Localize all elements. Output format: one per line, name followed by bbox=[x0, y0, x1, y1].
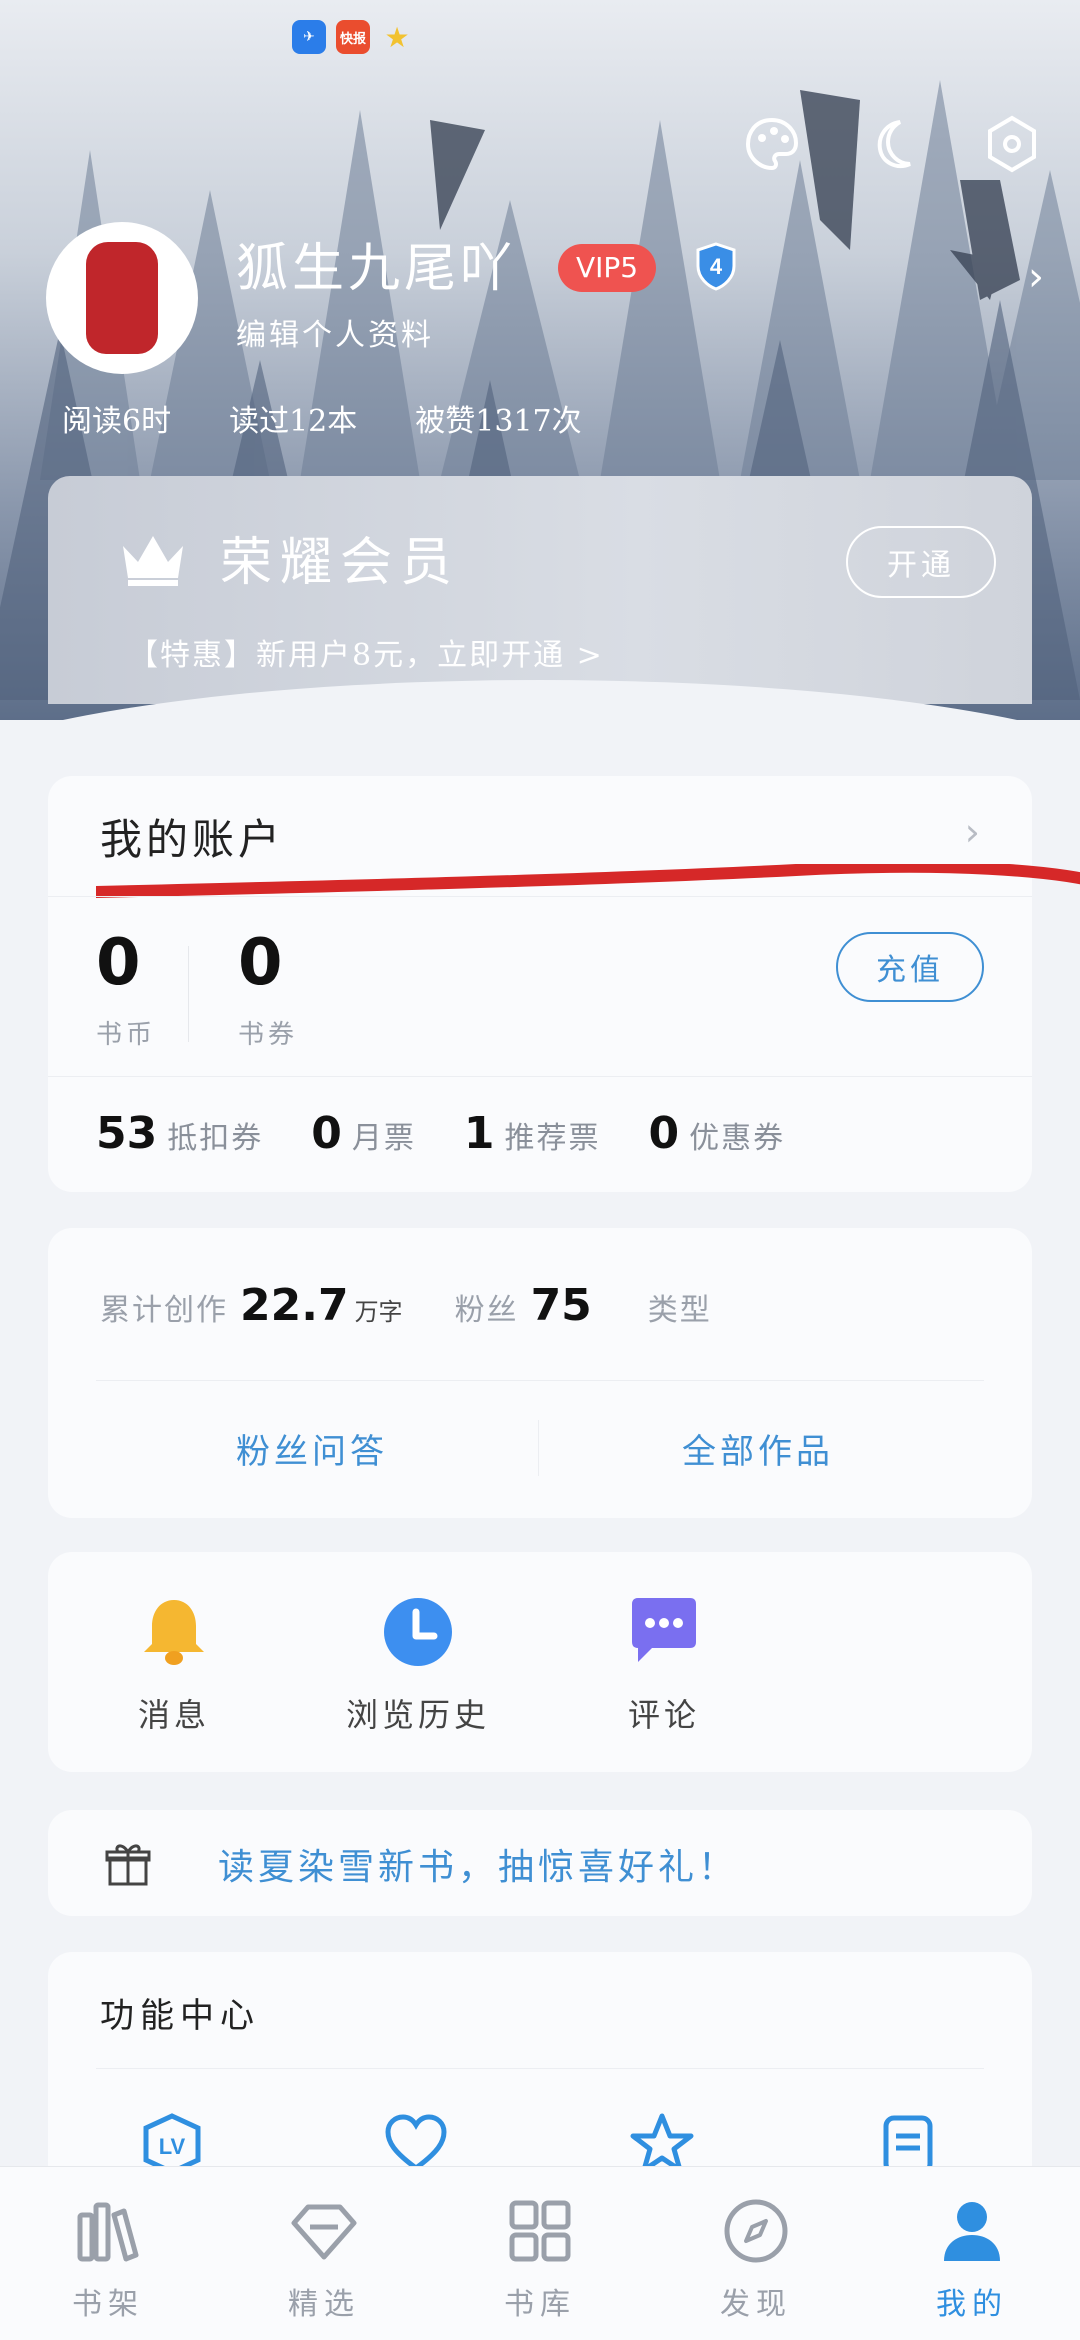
divider bbox=[96, 2068, 984, 2069]
divider bbox=[48, 896, 1032, 897]
red-annotation-stroke bbox=[96, 864, 1080, 898]
open-membership-button[interactable]: 开通 bbox=[846, 526, 996, 598]
discount-coupons[interactable]: 0 优惠券 bbox=[648, 1108, 785, 1159]
promo-text: 读夏染雪新书，抽惊喜好礼！ bbox=[218, 1847, 739, 1888]
nav-mine-label: 我的 bbox=[936, 2287, 1008, 2322]
author-stats: 累计创作 22.7 万字 粉丝 75 类型 bbox=[100, 1280, 712, 1331]
nav-featured-label: 精选 bbox=[288, 2287, 360, 2322]
bookshelf-icon bbox=[77, 2202, 139, 2262]
kuaibao-app-icon: 快报 bbox=[336, 20, 370, 54]
nav-library[interactable]: 书库 bbox=[432, 2167, 648, 2340]
deduction-coupons[interactable]: 53 抵扣券 bbox=[96, 1108, 263, 1159]
fans-value: 75 bbox=[530, 1280, 592, 1331]
feishu-app-icon: ✈ bbox=[292, 20, 326, 54]
compass-icon bbox=[724, 2199, 788, 2263]
username[interactable]: 狐生九尾吖 bbox=[236, 226, 516, 301]
author-card: 累计创作 22.7 万字 粉丝 75 类型 粉丝问答 全部作品 bbox=[48, 1228, 1032, 1518]
theme-button[interactable] bbox=[740, 112, 804, 176]
nav-library-label: 书库 bbox=[504, 2287, 576, 2322]
messages-entry[interactable]: 消息 bbox=[94, 1592, 254, 1736]
edit-profile-link[interactable]: 编辑个人资料 bbox=[236, 310, 434, 354]
promo-banner[interactable]: 读夏染雪新书，抽惊喜好礼！ bbox=[48, 1810, 1032, 1916]
nav-bookshelf-label: 书架 bbox=[72, 2287, 144, 2322]
nav-discover-label: 发现 bbox=[720, 2287, 792, 2322]
member-card[interactable]: 荣耀会员 开通 【特惠】新用户8元，立即开通 > bbox=[48, 476, 1032, 704]
messages-label: 消息 bbox=[137, 1696, 210, 1734]
star-app-icon: ★ bbox=[384, 20, 410, 54]
divider bbox=[96, 1380, 984, 1381]
profile-header: ✈ 快报 ★ 狐生九尾吖 VIP5 4 › 编辑个人资料 阅读6时 读过12本 … bbox=[0, 0, 1080, 720]
avatar[interactable] bbox=[46, 222, 198, 374]
type-label: 类型 bbox=[647, 1293, 712, 1328]
account-card: 我的账户 › 0 书币 0 书券 充值 53 抵扣券 0 月票 1 推荐票 0 优惠券 bbox=[48, 776, 1080, 1192]
divider bbox=[48, 1076, 1032, 1077]
ticket-row: 53 抵扣券 0 月票 1 推荐票 0 优惠券 bbox=[96, 1108, 785, 1159]
quick-entries-card: 消息 浏览历史 评论 bbox=[48, 1552, 1032, 1772]
palette-icon bbox=[745, 117, 799, 171]
nav-bookshelf[interactable]: 书架 bbox=[0, 2167, 216, 2340]
book-coins-label: 书币 bbox=[96, 1020, 157, 1050]
grid-icon bbox=[509, 2200, 571, 2262]
user-icon bbox=[944, 2202, 1000, 2261]
diamond-icon bbox=[291, 2204, 357, 2260]
moon-icon bbox=[877, 120, 911, 169]
settings-hexagon-icon bbox=[988, 115, 1036, 173]
all-works-link[interactable]: 全部作品 bbox=[682, 1424, 834, 1473]
nav-featured[interactable]: 精选 bbox=[216, 2167, 432, 2340]
nav-discover[interactable]: 发现 bbox=[648, 2167, 864, 2340]
book-vouchers-label: 书券 bbox=[238, 1020, 299, 1050]
divider bbox=[188, 946, 189, 1042]
bottom-navigation: 书架 精选 书库 发现 我的 bbox=[0, 2166, 1080, 2340]
created-label: 累计创作 bbox=[100, 1293, 228, 1328]
account-title[interactable]: 我的账户 bbox=[100, 806, 284, 867]
comments-label: 评论 bbox=[627, 1696, 700, 1734]
fans-label: 粉丝 bbox=[454, 1293, 519, 1328]
crown-icon bbox=[123, 536, 183, 586]
settings-button[interactable] bbox=[980, 112, 1044, 176]
book-vouchers[interactable]: 0 书券 bbox=[238, 926, 298, 1051]
svg-text:LV: LV bbox=[159, 2134, 186, 2159]
book-coins[interactable]: 0 书币 bbox=[96, 926, 156, 1051]
likes-stat: 被赞1317次 bbox=[415, 404, 582, 439]
divider bbox=[538, 1420, 539, 1476]
created-unit: 万字 bbox=[354, 1298, 403, 1326]
reading-time-stat: 阅读6时 bbox=[62, 404, 172, 439]
recommend-tickets[interactable]: 1 推荐票 bbox=[464, 1108, 601, 1159]
level-badge[interactable]: 4 bbox=[690, 240, 742, 292]
book-coins-value: 0 bbox=[96, 926, 141, 1000]
vip-badge[interactable]: VIP5 bbox=[558, 244, 657, 292]
member-title: 荣耀会员 bbox=[220, 533, 461, 593]
gift-icon bbox=[105, 1844, 151, 1886]
book-vouchers-value: 0 bbox=[238, 926, 283, 1000]
history-label: 浏览历史 bbox=[345, 1696, 490, 1734]
comment-icon bbox=[632, 1598, 696, 1662]
fan-qa-link[interactable]: 粉丝问答 bbox=[236, 1424, 388, 1473]
bell-icon bbox=[144, 1600, 204, 1665]
reading-stats: 阅读6时 读过12本 被赞1317次 bbox=[62, 396, 582, 440]
level-number: 4 bbox=[710, 254, 723, 279]
night-mode-button[interactable] bbox=[860, 112, 924, 176]
avatar-seal-image bbox=[86, 242, 158, 354]
created-value: 22.7 bbox=[240, 1280, 349, 1331]
account-chevron-right-icon[interactable]: › bbox=[965, 810, 980, 854]
comments-entry[interactable]: 评论 bbox=[584, 1592, 744, 1736]
top-actions bbox=[740, 112, 1044, 176]
recharge-button[interactable]: 充值 bbox=[836, 932, 984, 1002]
history-entry[interactable]: 浏览历史 bbox=[338, 1592, 498, 1736]
nav-mine[interactable]: 我的 bbox=[864, 2167, 1080, 2340]
clock-icon bbox=[384, 1598, 452, 1666]
monthly-tickets[interactable]: 0 月票 bbox=[311, 1108, 416, 1159]
member-promo-link[interactable]: 【特惠】新用户8元，立即开通 > bbox=[128, 630, 604, 674]
function-center-title: 功能中心 bbox=[100, 1996, 260, 2036]
profile-chevron-right-icon[interactable]: › bbox=[1028, 254, 1044, 300]
shield-icon: 4 bbox=[696, 242, 736, 291]
books-read-stat: 读过12本 bbox=[229, 404, 358, 439]
status-bar-icons: ✈ 快报 ★ bbox=[292, 20, 414, 54]
